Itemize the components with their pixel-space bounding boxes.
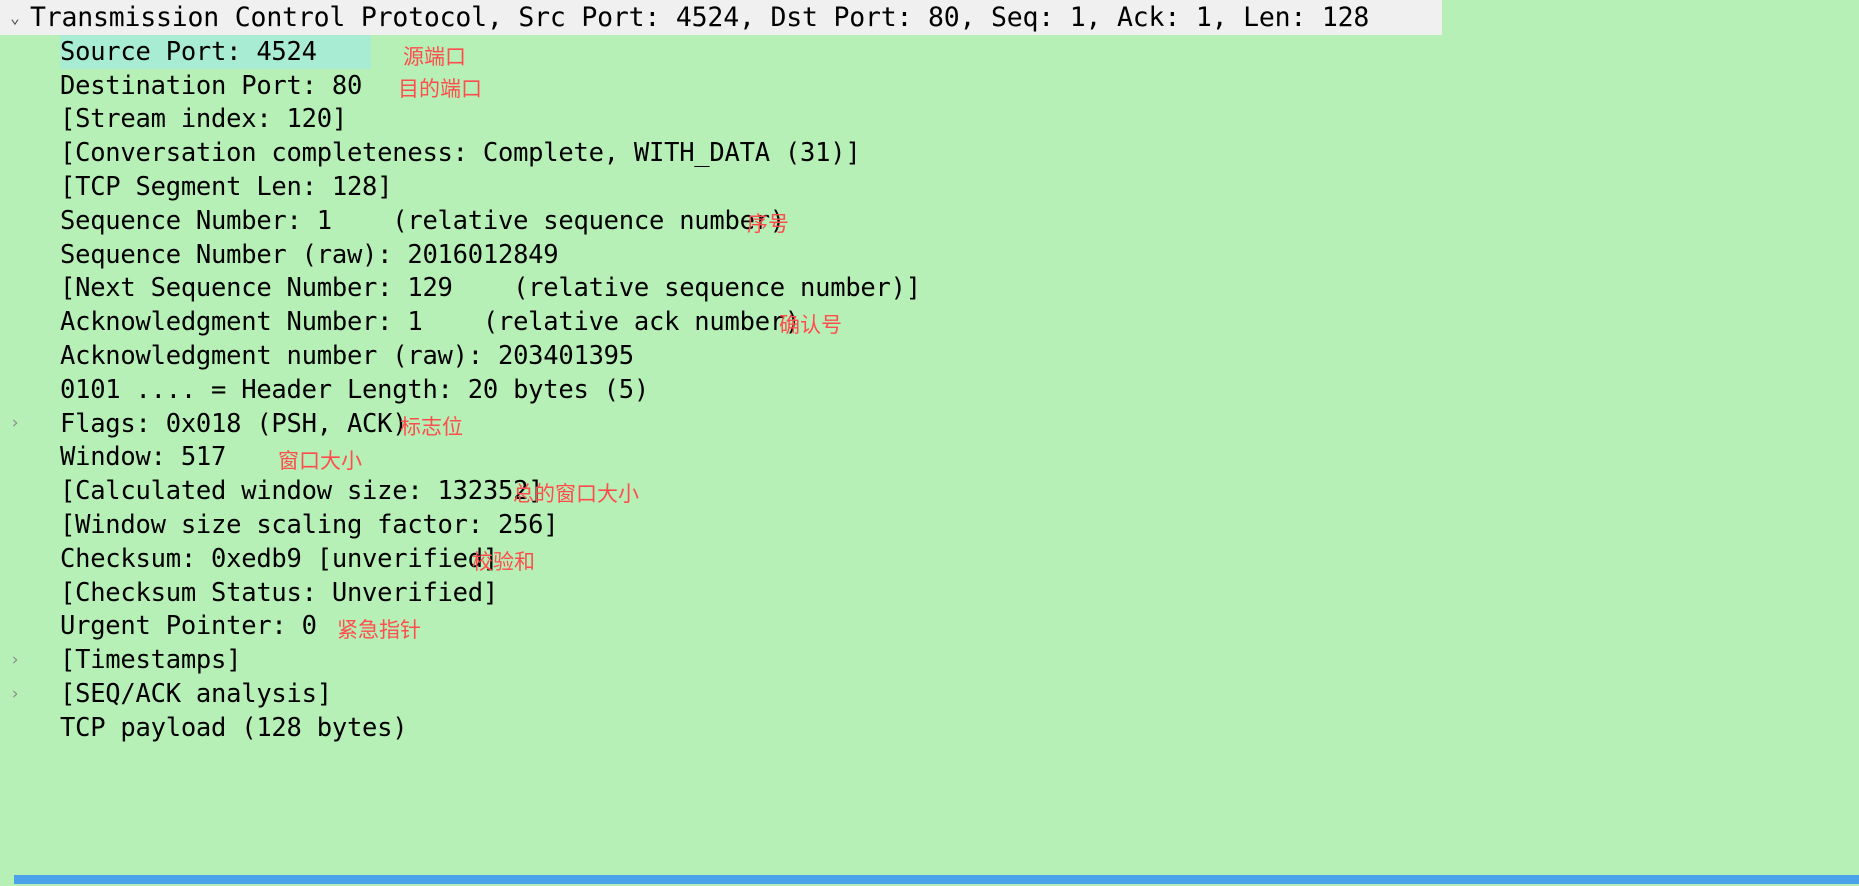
tree-row[interactable]: › [Timestamps] — [0, 643, 1859, 677]
chevron-right-icon[interactable]: › — [0, 685, 30, 703]
tree-row-body: [Next Sequence Number: 129 (relative seq… — [30, 273, 921, 303]
tcp-field-label: [Stream index: 120] — [60, 104, 347, 135]
tree-row-body: Window: 517 窗口大小 — [30, 442, 362, 473]
tree-row[interactable]: [Window size scaling factor: 256] — [0, 508, 1859, 542]
tree-row-body: Urgent Pointer: 0 紧急指针 — [30, 611, 421, 642]
tcp-field-label: Sequence Number: 1 (relative sequence nu… — [60, 205, 785, 236]
tcp-field-label: Urgent Pointer: 0 — [60, 611, 317, 642]
tcp-field-label: Destination Port: 80 — [60, 70, 363, 101]
tree-row[interactable]: [Next Sequence Number: 129 (relative seq… — [0, 272, 1859, 306]
tree-row[interactable]: Window: 517 窗口大小 — [0, 441, 1859, 475]
horizontal-scrollbar[interactable] — [14, 873, 1859, 886]
annotation-label: 序号 — [747, 211, 789, 236]
tree-row-body: Checksum: 0xedb9 [unverified] 校验和 — [30, 543, 535, 574]
tcp-field-label: Sequence Number (raw): 2016012849 — [60, 239, 559, 270]
tcp-field-label: [Next Sequence Number: 129 (relative seq… — [60, 273, 921, 304]
tree-row[interactable]: [TCP Segment Len: 128] — [0, 170, 1859, 204]
tcp-field-list: Source Port: 4524 源端口 Destination Port: 80… — [0, 35, 1859, 745]
tcp-field-label: [TCP Segment Len: 128] — [60, 172, 393, 203]
tcp-field-label: Acknowledgment number (raw): 203401395 — [60, 341, 634, 372]
tcp-field-label: [Calculated window size: 132352] — [60, 476, 544, 507]
tree-row-body: [Stream index: 120] — [30, 104, 347, 134]
annotation-label: 紧急指针 — [337, 617, 421, 642]
tree-row[interactable]: [Calculated window size: 132352] 总的窗口大小 — [0, 474, 1859, 508]
tree-row[interactable]: Source Port: 4524 源端口 — [0, 35, 1859, 69]
tcp-field-label: TCP payload (128 bytes) — [60, 712, 408, 743]
tcp-field-label: [Window size scaling factor: 256] — [60, 510, 559, 541]
tree-row-body: [Timestamps] — [30, 645, 241, 675]
tcp-field-label: Window: 517 — [60, 442, 227, 473]
tree-row-body: Sequence Number: 1 (relative sequence nu… — [30, 205, 789, 236]
packet-details-pane: ⌄ Transmission Control Protocol, Src Por… — [0, 0, 1859, 886]
tree-row[interactable]: [Stream index: 120] — [0, 103, 1859, 137]
annotation-label: 标志位 — [400, 414, 463, 439]
tree-row-body: TCP payload (128 bytes) — [30, 712, 408, 743]
tree-row-body: [Conversation completeness: Complete, WI… — [30, 138, 861, 169]
chevron-right-icon[interactable]: › — [0, 651, 30, 669]
tcp-field-label: [Timestamps] — [60, 645, 242, 676]
tree-row-body: Destination Port: 80 目的端口 — [30, 70, 482, 101]
tree-row-body: Flags: 0x018 (PSH, ACK) 标志位 — [30, 408, 463, 439]
tcp-field-label: Flags: 0x018 (PSH, ACK) — [60, 408, 408, 439]
tree-row[interactable]: Destination Port: 80 目的端口 — [0, 69, 1859, 103]
tcp-protocol-root-row[interactable]: ⌄ Transmission Control Protocol, Src Por… — [0, 0, 1442, 35]
chevron-right-icon[interactable]: › — [0, 415, 30, 432]
annotation-label: 窗口大小 — [278, 448, 362, 473]
tree-row-body: Acknowledgment Number: 1 (relative ack n… — [30, 307, 842, 338]
tcp-field-label: Checksum: 0xedb9 [unverified] — [60, 543, 498, 574]
tcp-field-label: 0101 .... = Header Length: 20 bytes (5) — [60, 374, 649, 405]
annotation-label: 目的端口 — [398, 76, 482, 101]
tree-row-body: Acknowledgment number (raw): 203401395 — [30, 341, 634, 371]
tcp-protocol-summary-label: Transmission Control Protocol, Src Port:… — [30, 2, 1370, 33]
annotation-label: 校验和 — [472, 549, 535, 574]
annotation-label: 确认号 — [779, 313, 842, 338]
tree-row-body: [TCP Segment Len: 128] — [30, 172, 393, 203]
tcp-field-label: Acknowledgment Number: 1 (relative ack n… — [60, 307, 801, 338]
annotation-label: 总的窗口大小 — [513, 482, 639, 507]
tree-row-body: [Checksum Status: Unverified] — [30, 578, 498, 608]
chevron-down-icon[interactable]: ⌄ — [0, 9, 30, 26]
tree-row-body: [Window size scaling factor: 256] — [30, 510, 559, 541]
tcp-field-label: Source Port: 4524 — [60, 36, 317, 67]
tcp-field-label: [Checksum Status: Unverified] — [60, 577, 498, 608]
tree-row[interactable]: Acknowledgment number (raw): 203401395 — [0, 339, 1859, 373]
tree-row[interactable]: Sequence Number (raw): 2016012849 — [0, 238, 1859, 272]
tree-row[interactable]: › [SEQ/ACK analysis] — [0, 677, 1859, 711]
tree-row[interactable]: › Flags: 0x018 (PSH, ACK) 标志位 — [0, 407, 1859, 441]
scrollbar-thumb[interactable] — [14, 875, 1859, 884]
tcp-field-label: [Conversation completeness: Complete, WI… — [60, 138, 861, 169]
tree-row-body: 0101 .... = Header Length: 20 bytes (5) — [30, 375, 649, 405]
tree-row[interactable]: [Conversation completeness: Complete, WI… — [0, 136, 1859, 170]
annotation-label: 源端口 — [403, 44, 466, 69]
tree-row-body: Sequence Number (raw): 2016012849 — [30, 239, 559, 270]
tree-row[interactable]: Urgent Pointer: 0 紧急指针 — [0, 610, 1859, 644]
tree-row[interactable]: Acknowledgment Number: 1 (relative ack n… — [0, 305, 1859, 339]
tree-row[interactable]: Checksum: 0xedb9 [unverified] 校验和 — [0, 542, 1859, 576]
tree-row-body: Source Port: 4524 源端口 — [30, 36, 466, 69]
tree-row[interactable]: [Checksum Status: Unverified] — [0, 576, 1859, 610]
tcp-field-label: [SEQ/ACK analysis] — [60, 679, 332, 710]
tree-row[interactable]: Sequence Number: 1 (relative sequence nu… — [0, 204, 1859, 238]
tree-row[interactable]: 0101 .... = Header Length: 20 bytes (5) — [0, 373, 1859, 407]
tree-row-body: [Calculated window size: 132352] 总的窗口大小 — [30, 476, 639, 507]
tree-row-body: [SEQ/ACK analysis] — [30, 679, 332, 709]
tree-row[interactable]: TCP payload (128 bytes) — [0, 711, 1859, 745]
